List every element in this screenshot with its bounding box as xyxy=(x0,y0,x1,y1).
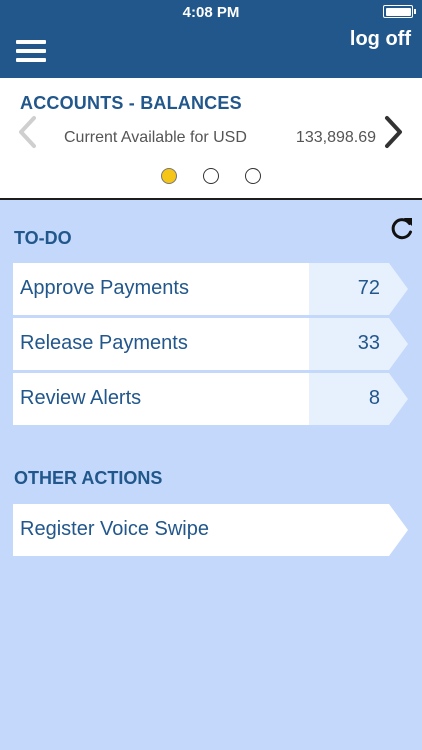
chevron-right-icon[interactable] xyxy=(381,114,405,150)
balance-value: 133,898.69 xyxy=(295,129,376,146)
status-time: 4:08 PM xyxy=(182,4,240,21)
release-payments-row[interactable]: Release Payments 33 xyxy=(13,318,408,370)
accounts-title: ACCOUNTS - BALANCES xyxy=(20,93,242,113)
register-voice-swipe-row[interactable]: Register Voice Swipe xyxy=(13,504,408,556)
chevron-left-icon[interactable] xyxy=(16,114,40,150)
accounts-balances-panel: ACCOUNTS - BALANCES Current Available fo… xyxy=(0,78,422,200)
page-dot-1[interactable] xyxy=(161,168,177,184)
log-off-button[interactable]: log off xyxy=(350,28,411,51)
row-label: Approve Payments xyxy=(20,277,189,299)
review-alerts-row[interactable]: Review Alerts 8 xyxy=(13,373,408,425)
other-actions-section-title: OTHER ACTIONS xyxy=(14,468,163,488)
row-count: 8 xyxy=(368,387,380,409)
row-label: Release Payments xyxy=(20,332,188,354)
approve-payments-row[interactable]: Approve Payments 72 xyxy=(13,263,408,315)
row-label: Review Alerts xyxy=(20,387,142,409)
row-label: Register Voice Swipe xyxy=(20,518,209,540)
row-count: 72 xyxy=(357,277,380,299)
battery-icon xyxy=(383,5,416,18)
refresh-icon[interactable] xyxy=(389,214,415,242)
page-dot-2[interactable] xyxy=(203,168,219,184)
page-dot-3[interactable] xyxy=(245,168,261,184)
balance-label: Current Available for USD xyxy=(64,129,247,146)
todo-section-title: TO-DO xyxy=(14,228,72,248)
app-header: 4:08 PM log off xyxy=(0,0,422,78)
row-count: 33 xyxy=(357,332,380,354)
hamburger-menu-icon[interactable] xyxy=(16,40,46,62)
